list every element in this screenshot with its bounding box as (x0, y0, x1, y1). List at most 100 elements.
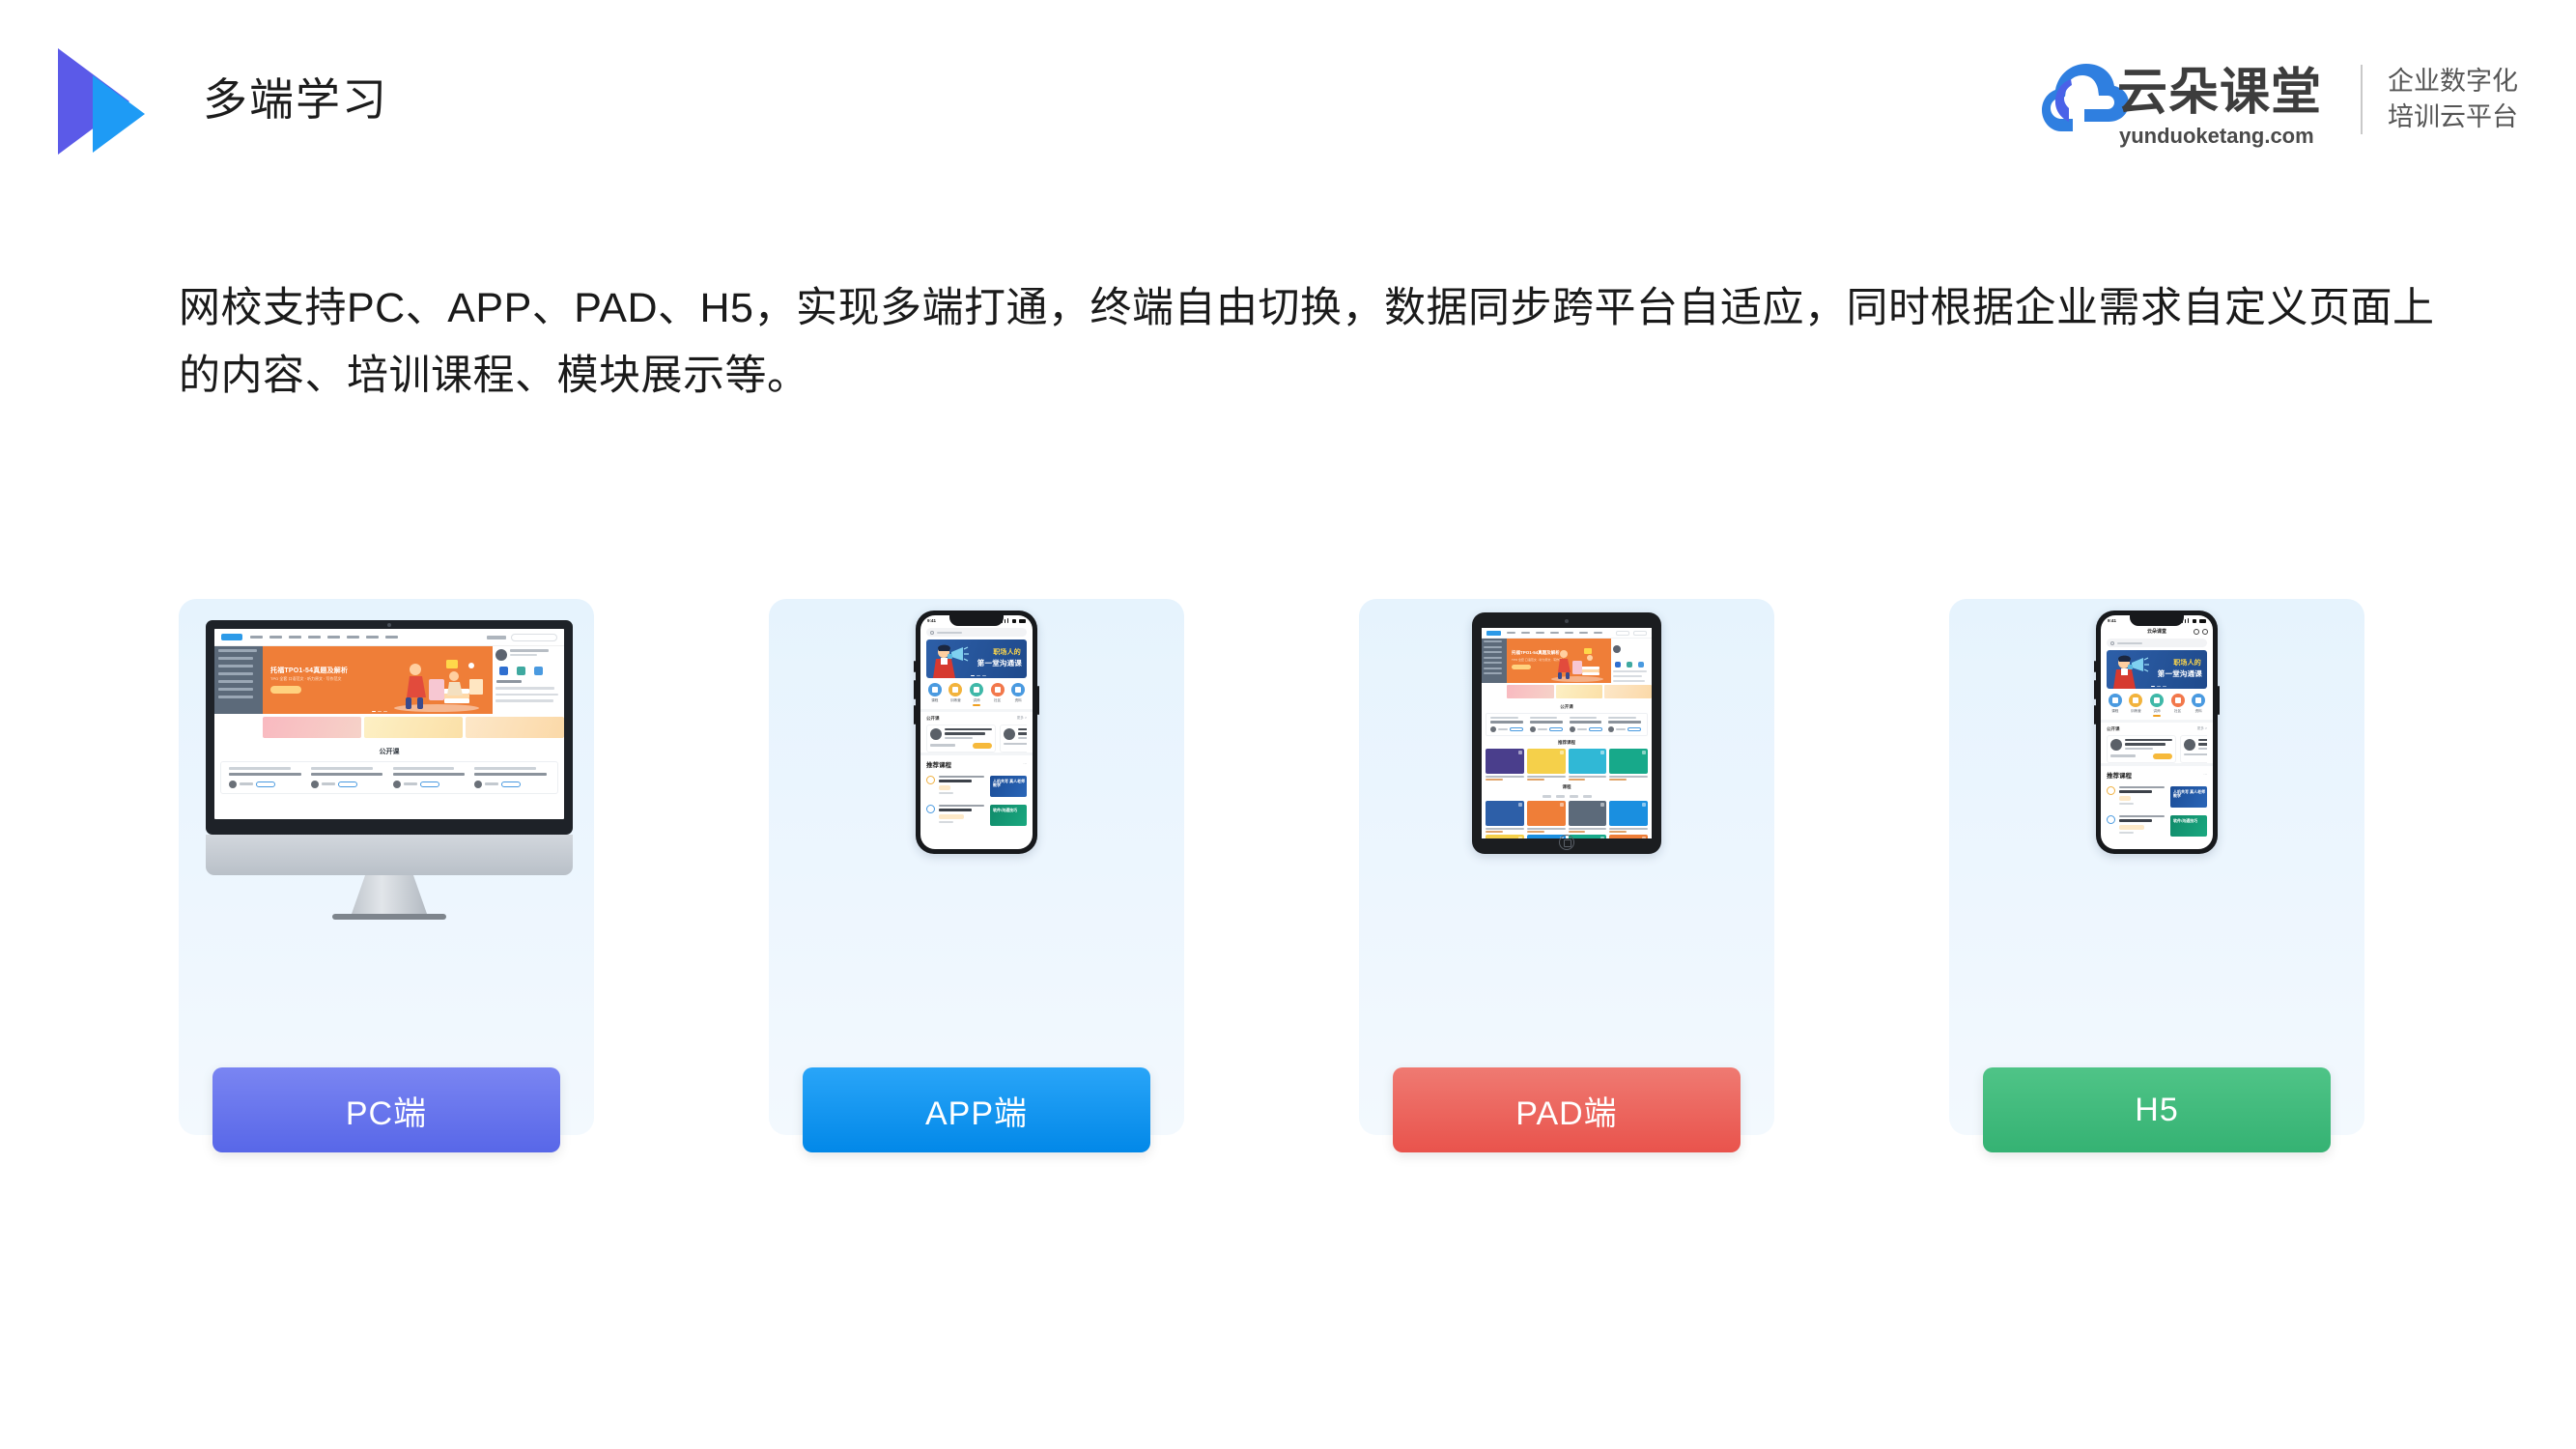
search-input[interactable] (926, 628, 1027, 637)
chevron-more-icon[interactable]: ··· (1023, 762, 1027, 766)
quick-link-item[interactable]: 讲师 (968, 683, 985, 706)
h5-hero-banner[interactable]: 职场人的 第一堂沟通课 (2107, 650, 2207, 689)
quick-link-item[interactable]: 课程 (2107, 694, 2124, 717)
quick-link-item[interactable]: 社区 (2169, 694, 2187, 717)
pc-hero-banner: 托福TPO1-54真题及解析 TPO 全套 口语范文 · 听力原文 · 写作范文 (263, 646, 493, 714)
section-title-recommended: 推荐课程 (926, 761, 951, 769)
status-time: 9:41 (927, 618, 937, 623)
list-item[interactable] (1568, 800, 1607, 833)
card-h5[interactable]: 9:41 云朵课堂 职场人的 第一堂沟通课 课程 训练营 讲师 社区 资料 公开… (1949, 599, 2364, 1152)
quick-link-item[interactable]: 资料 (1009, 683, 1027, 706)
list-item[interactable] (1526, 748, 1566, 781)
more-dots-icon[interactable] (2194, 628, 2199, 635)
list-item[interactable]: 人机共写 真人老师教学 (2107, 782, 2207, 811)
list-item[interactable]: 软件/沟通技巧 (926, 801, 1027, 830)
pc-site-search (511, 633, 557, 641)
list-item[interactable] (1526, 800, 1566, 833)
banner-line1: 职场人的 (993, 649, 1021, 656)
course-thumbnail: 软件/沟通技巧 (2170, 814, 2207, 837)
home-button-icon[interactable] (1559, 835, 1574, 850)
pc-promo-strip (214, 714, 564, 741)
quick-links: 课程 训练营 讲师 社区 资料 (920, 678, 1033, 709)
card-app[interactable]: 9:41 职场人的 第一堂沟通课 课程 训练营 讲师 社区 资料 公开课 更多 … (769, 599, 1184, 1152)
quick-link-item[interactable]: 讲师 (2148, 694, 2166, 717)
carousel-dots (971, 674, 986, 676)
list-item[interactable] (1609, 835, 1648, 838)
phone-notch (949, 615, 1004, 626)
list-item[interactable]: 人机共写 真人老师教学 (926, 772, 1027, 801)
course-thumbnail: 软件/沟通技巧 (990, 804, 1027, 826)
cta-button-app[interactable]: APP端 (803, 1067, 1150, 1152)
h5-navbar: 云朵课堂 (2101, 626, 2213, 637)
lead-paragraph: 网校支持PC、APP、PAD、H5，实现多端打通，终端自由切换，数据同步跨平台自… (179, 285, 2435, 399)
quick-link-item[interactable]: 训练营 (947, 683, 964, 706)
navbar-title: 云朵课堂 (2146, 629, 2166, 635)
pad-filter-tabs[interactable] (1482, 793, 1652, 801)
course-thumbnail: 人机共写 真人老师教学 (2170, 785, 2207, 808)
list-item[interactable] (1486, 835, 1524, 838)
search-input[interactable] (2107, 639, 2207, 647)
card-pad[interactable]: 托福TPO1-54真题及解析 TPO 全套 口语范文 · 听力原文 · 写作范文 (1359, 599, 1774, 1152)
list-item[interactable] (1609, 800, 1648, 833)
list-item[interactable] (1486, 748, 1524, 781)
banner-line2: 第一堂沟通课 (977, 659, 1022, 668)
brand-divider (2361, 65, 2363, 134)
list-item (229, 767, 304, 788)
quick-link-item[interactable]: 资料 (2190, 694, 2207, 717)
list-item (474, 767, 550, 788)
status-badge (2153, 753, 2172, 759)
list-item[interactable]: 软件/沟通技巧 (2107, 811, 2207, 840)
pc-course-list (220, 761, 558, 794)
list-item[interactable] (1000, 724, 1027, 753)
pad-site-rightrail (1611, 639, 1652, 683)
cta-button-pad[interactable]: PAD端 (1393, 1067, 1741, 1152)
cta-button-pc[interactable]: PC端 (212, 1067, 560, 1152)
brand-tagline-line2: 培训云平台 (2388, 102, 2518, 131)
pad-recommended-grid (1482, 748, 1652, 781)
target-icon[interactable] (2202, 628, 2208, 635)
list-item (1608, 717, 1643, 732)
list-item[interactable] (1568, 835, 1607, 838)
megaphone-person-illustration (933, 644, 969, 678)
pc-hero-cta (270, 686, 301, 694)
list-item (310, 767, 386, 788)
quick-link-item[interactable]: 课程 (926, 683, 944, 706)
list-item[interactable] (926, 724, 996, 753)
cta-button-h5[interactable]: H5 (1983, 1067, 2331, 1152)
search-placeholder (937, 631, 962, 634)
list-item[interactable] (1568, 748, 1607, 781)
app-hero-banner[interactable]: 职场人的 第一堂沟通课 (926, 639, 1027, 678)
pc-site-sidebar (214, 646, 263, 714)
webcam-icon (1565, 619, 1569, 623)
pc-site-navbar (214, 629, 564, 646)
imac-stand (352, 875, 427, 914)
more-link[interactable]: 更多 > (2197, 726, 2207, 731)
pc-hero-title: 托福TPO1-54真题及解析 (270, 668, 349, 674)
course-icon (926, 804, 935, 813)
pc-site-rightrail (493, 646, 564, 714)
list-item[interactable] (2107, 734, 2176, 763)
section-title-live: 公开课 (2107, 725, 2120, 731)
pc-hero-subtitle: TPO 全套 口语范文 · 听力原文 · 写作范文 (270, 676, 342, 681)
phone-illustration: 9:41 职场人的 第一堂沟通课 课程 训练营 讲师 社区 资料 公开课 更多 … (914, 611, 1039, 854)
device-cards-row: 托福TPO1-54真题及解析 TPO 全套 口语范文 · 听力原文 · 写作范文 (179, 599, 2391, 1152)
list-item[interactable] (2180, 734, 2207, 763)
brand-url: yunduoketang.com (2119, 124, 2314, 148)
pad-device-mockup: 托福TPO1-54真题及解析 TPO 全套 口语范文 · 听力原文 · 写作范文 (1359, 599, 1774, 1014)
banner-line1: 职场人的 (2173, 660, 2201, 667)
page-title: 多端学习 (203, 74, 388, 125)
page-header: 多端学习 云朵课堂 yunduoketang.com 企业数字化 培训云平台 (0, 0, 2576, 193)
list-item[interactable] (1486, 800, 1524, 833)
brand-tagline-line1: 企业数字化 (2388, 67, 2518, 97)
search-icon (930, 630, 934, 635)
list-item[interactable] (1609, 748, 1648, 781)
more-link[interactable]: 更多 > (1017, 716, 1027, 721)
card-pc[interactable]: 托福TPO1-54真题及解析 TPO 全套 口语范文 · 听力原文 · 写作范文 (179, 599, 594, 1152)
course-icon (2107, 785, 2115, 795)
quick-link-item[interactable]: 训练营 (2127, 694, 2144, 717)
list-item (1490, 717, 1525, 732)
avatar (2184, 738, 2195, 751)
pad-site-logo (1486, 630, 1501, 636)
chevron-more-icon[interactable]: ··· (2203, 773, 2207, 777)
quick-link-item[interactable]: 社区 (989, 683, 1006, 706)
